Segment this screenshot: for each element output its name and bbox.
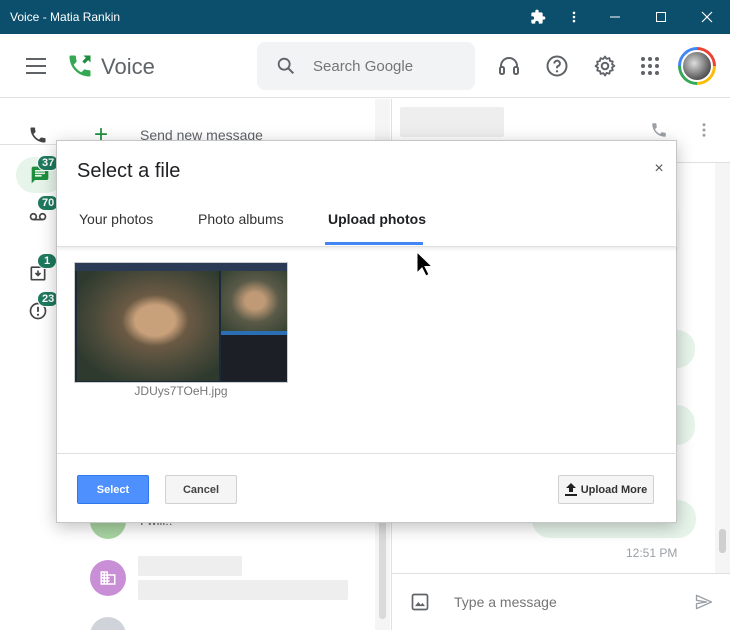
window-title: Voice - Matia Rankin (10, 10, 121, 24)
close-window-button[interactable] (684, 0, 730, 34)
more-vert-icon (572, 11, 576, 23)
maximize-icon (656, 12, 666, 22)
attach-image-icon[interactable] (410, 592, 430, 612)
blurred-contact-name (138, 556, 242, 576)
close-icon (701, 11, 713, 23)
select-button[interactable]: Select (77, 475, 149, 504)
dialog-footer-divider (57, 453, 678, 454)
conversation-item[interactable] (88, 554, 378, 604)
app-menu-button[interactable] (556, 0, 592, 34)
message-composer (392, 573, 730, 630)
thread-scrollbar[interactable] (715, 163, 730, 573)
mouse-cursor-icon (416, 251, 432, 277)
active-tab-indicator (325, 242, 423, 245)
extensions-button[interactable] (520, 0, 556, 34)
minimize-button[interactable] (592, 0, 638, 34)
message-input[interactable] (454, 594, 674, 610)
support-headset-icon[interactable] (497, 54, 521, 78)
main-menu-icon[interactable] (26, 58, 46, 74)
conversation-item[interactable] (88, 611, 378, 630)
close-icon: × (654, 160, 664, 177)
call-icon[interactable] (650, 121, 668, 139)
brand-name: Voice (101, 54, 155, 79)
cancel-button[interactable]: Cancel (165, 475, 237, 504)
dialog-title: Select a file (77, 160, 181, 182)
tab-your-photos[interactable]: Your photos (79, 211, 153, 245)
upload-more-label: Upload More (580, 483, 648, 496)
blurred-thread-title (400, 107, 504, 137)
contact-avatar (90, 617, 126, 630)
puzzle-icon (531, 9, 546, 24)
contact-avatar (90, 560, 126, 596)
photo-thumbnail[interactable] (74, 262, 288, 383)
archive-badge: 1 (37, 253, 57, 269)
search-input[interactable] (313, 57, 463, 75)
phone-icon (30, 127, 46, 143)
tab-upload-photos[interactable]: Upload photos (328, 211, 426, 245)
dialog-close-button[interactable]: × (651, 161, 667, 177)
settings-gear-icon[interactable] (593, 54, 617, 78)
search-icon (277, 57, 295, 75)
app-header: Voice (0, 34, 730, 98)
maximize-button[interactable] (638, 0, 684, 34)
voice-logo-icon (69, 55, 91, 77)
message-timestamp: 12:51 PM (626, 546, 678, 560)
business-icon (100, 571, 116, 585)
dialog-tabs: Your photos Photo albums Upload photos (57, 207, 678, 247)
upload-more-button[interactable]: Upload More (558, 475, 654, 504)
search-box[interactable] (257, 42, 475, 90)
upload-icon (564, 483, 577, 496)
minimize-icon (610, 16, 620, 18)
send-icon[interactable] (694, 592, 714, 612)
nav-calls[interactable] (18, 117, 58, 153)
select-file-dialog: Select a file × Your photos Photo albums… (56, 140, 678, 523)
tab-photo-albums[interactable]: Photo albums (198, 211, 284, 245)
account-avatar[interactable] (678, 47, 716, 85)
thread-more-icon[interactable] (698, 121, 710, 139)
help-icon[interactable] (545, 54, 569, 78)
photo-filename: JDUys7TOeH.jpg (134, 384, 228, 398)
window-titlebar: Voice - Matia Rankin (0, 0, 730, 34)
apps-grid-icon[interactable] (638, 54, 662, 78)
blurred-message-preview (138, 580, 348, 600)
